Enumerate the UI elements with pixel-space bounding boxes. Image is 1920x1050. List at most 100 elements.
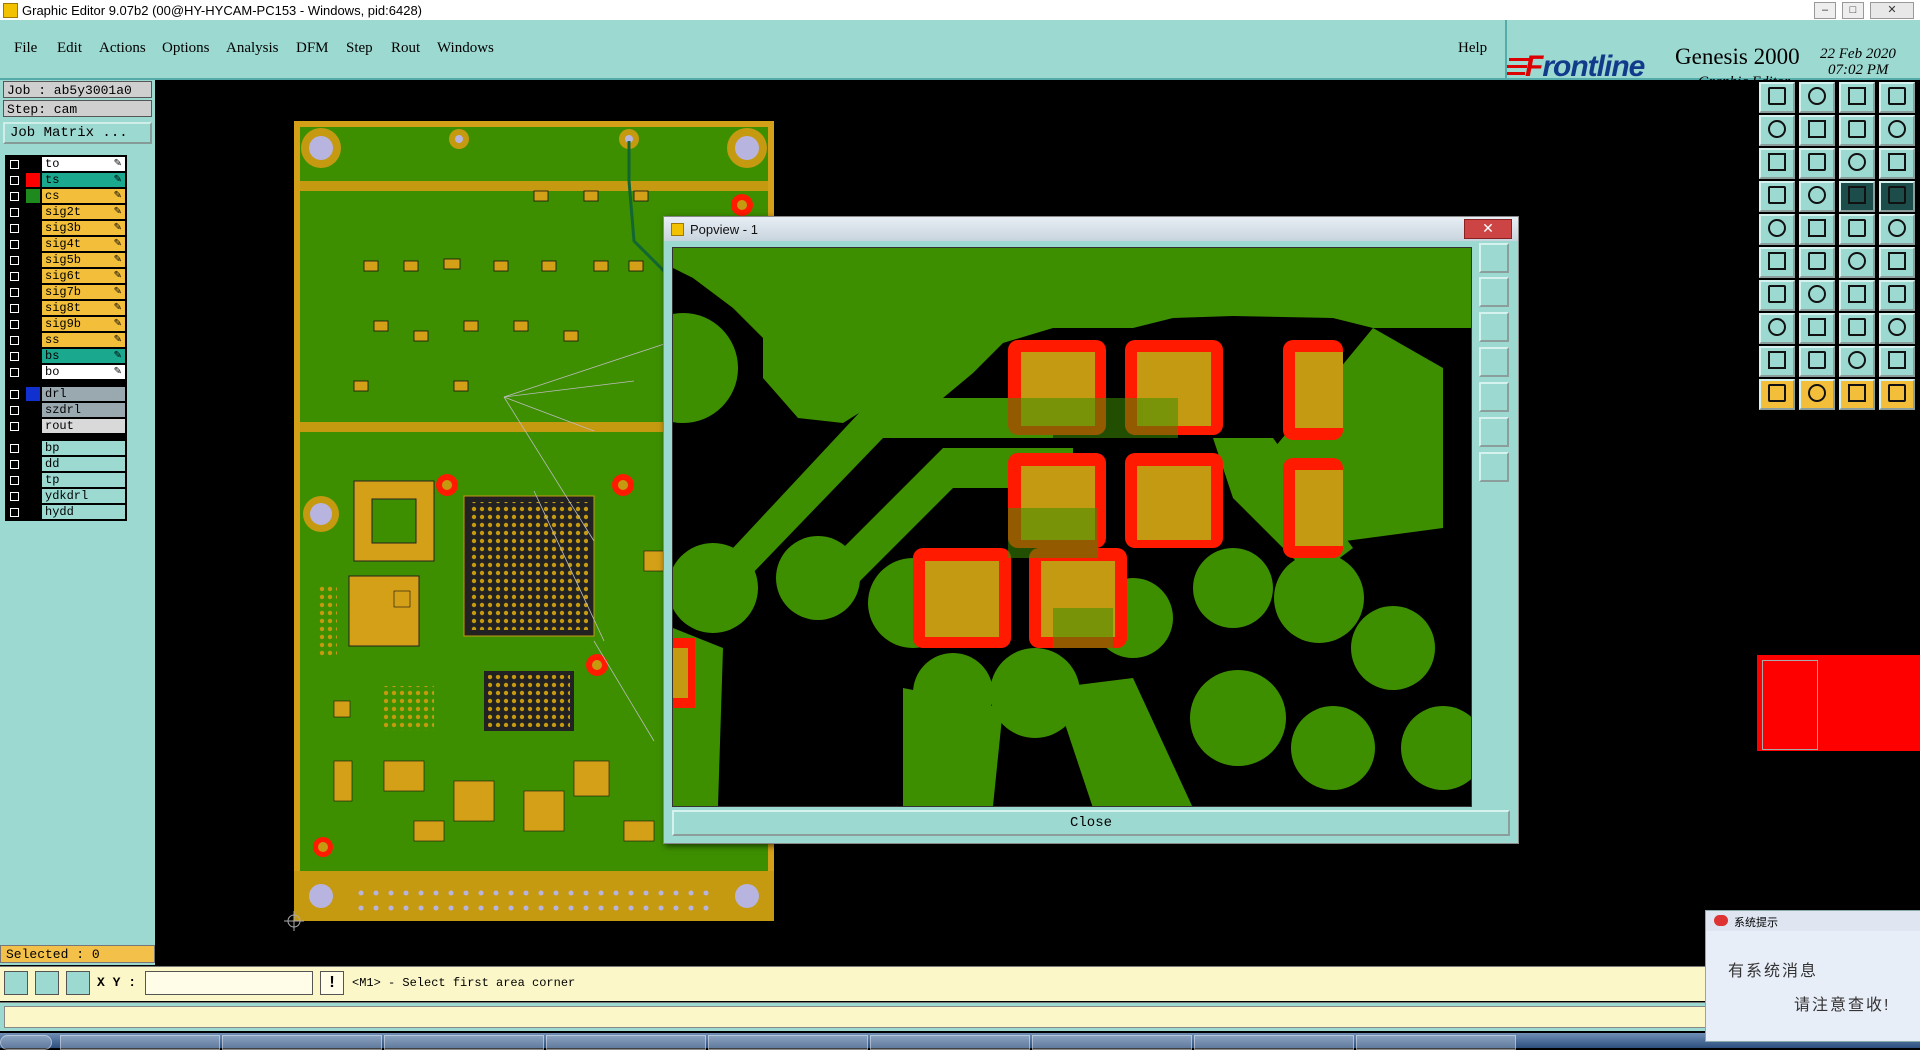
- ratio-icon[interactable]: [1839, 148, 1875, 179]
- layer-name[interactable]: sig3b ✎: [42, 221, 125, 235]
- layer-checkbox[interactable]: [10, 368, 19, 377]
- xy-input[interactable]: [145, 971, 313, 995]
- layer-checkbox[interactable]: [10, 240, 19, 249]
- layer-checkbox[interactable]: [10, 256, 19, 265]
- zoom-in-icon[interactable]: [1479, 277, 1509, 307]
- home-icon[interactable]: [1839, 82, 1875, 113]
- layer-color-swatch[interactable]: [26, 419, 40, 433]
- layer-color-swatch[interactable]: [26, 301, 40, 315]
- layer-color-swatch[interactable]: [26, 365, 40, 379]
- pick-icon[interactable]: [1839, 379, 1875, 410]
- layer-name[interactable]: to ✎: [42, 157, 125, 171]
- layer-checkbox[interactable]: [10, 422, 19, 431]
- layer-checkbox[interactable]: [10, 272, 19, 281]
- layer-row-ts[interactable]: ts ✎: [6, 172, 126, 188]
- menu-step[interactable]: Step: [346, 40, 373, 57]
- layer-name[interactable]: hydd: [42, 505, 125, 519]
- layer-name[interactable]: sig4t ✎: [42, 237, 125, 251]
- layer-checkbox[interactable]: [10, 336, 19, 345]
- layer-checkbox[interactable]: [10, 208, 19, 217]
- layer-top-icon[interactable]: [1759, 82, 1795, 113]
- layer-row-ss[interactable]: ss ✎: [6, 332, 126, 348]
- measure-icon[interactable]: [35, 971, 59, 995]
- layer-color-swatch[interactable]: [26, 457, 40, 471]
- measure-icon[interactable]: [1839, 313, 1875, 344]
- overview-frame[interactable]: [1762, 660, 1818, 750]
- route-cursor-icon[interactable]: [1879, 379, 1915, 410]
- snap-on-icon[interactable]: [1839, 181, 1875, 212]
- layer-color-swatch[interactable]: [26, 403, 40, 417]
- move-icon[interactable]: [1759, 313, 1795, 344]
- layer-color-swatch[interactable]: [26, 173, 40, 187]
- help-icon[interactable]: [1879, 148, 1915, 179]
- layer-row-bs[interactable]: bs ✎: [6, 348, 126, 364]
- layer-color-swatch[interactable]: [26, 157, 40, 171]
- delete-icon[interactable]: [1799, 247, 1835, 278]
- zoom-fit-icon[interactable]: [1479, 243, 1509, 273]
- layer-name[interactable]: sig5b ✎: [42, 253, 125, 267]
- menu-help[interactable]: Help: [1458, 40, 1487, 57]
- layer-checkbox[interactable]: [10, 160, 19, 169]
- grid-icon[interactable]: [66, 971, 90, 995]
- layer-row-sig8t[interactable]: sig8t ✎: [6, 300, 126, 316]
- arch-icon[interactable]: [1879, 346, 1915, 377]
- layer-checkbox[interactable]: [10, 444, 19, 453]
- cut-icon[interactable]: [1799, 313, 1835, 344]
- select-icon[interactable]: [1799, 379, 1835, 410]
- settings-icon[interactable]: [1759, 181, 1795, 212]
- menu-actions[interactable]: Actions: [99, 40, 146, 57]
- job-matrix-button[interactable]: Job Matrix ...: [3, 122, 152, 144]
- layer-row-rout[interactable]: rout: [6, 418, 126, 434]
- connect-icon[interactable]: [1759, 247, 1795, 278]
- layer-name[interactable]: rout: [42, 419, 125, 433]
- line-icon[interactable]: [1839, 247, 1875, 278]
- layer-row-bp[interactable]: bp: [6, 440, 126, 456]
- center-icon[interactable]: [1479, 452, 1509, 482]
- layer-color-swatch[interactable]: [26, 189, 40, 203]
- layer-color-swatch[interactable]: [26, 387, 40, 401]
- pan-left-icon[interactable]: [1479, 347, 1509, 377]
- undo-arc-icon[interactable]: [1839, 280, 1875, 311]
- layer-row-bo[interactable]: bo ✎: [6, 364, 126, 380]
- layer-checkbox[interactable]: [10, 224, 19, 233]
- layer-color-swatch[interactable]: [26, 505, 40, 519]
- layer-name[interactable]: bo ✎: [42, 365, 125, 379]
- system-notification[interactable]: 系统提示 有系统消息 请注意查收!: [1705, 910, 1920, 1042]
- menu-edit[interactable]: Edit: [57, 40, 82, 57]
- layer-row-sig5b[interactable]: sig5b ✎: [6, 252, 126, 268]
- layer-color-swatch[interactable]: [26, 253, 40, 267]
- pad-icon[interactable]: [1759, 214, 1795, 245]
- layer-name[interactable]: ss ✎: [42, 333, 125, 347]
- layer-color-swatch[interactable]: [26, 285, 40, 299]
- layer-down-icon[interactable]: [1799, 82, 1835, 113]
- layer-row-drl[interactable]: drl: [6, 386, 126, 402]
- split-view-icon[interactable]: [1879, 82, 1915, 113]
- layer-color-swatch[interactable]: [26, 317, 40, 331]
- alert-icon[interactable]: !: [320, 971, 344, 995]
- mirror-icon[interactable]: [1839, 115, 1875, 146]
- pan-icon[interactable]: [1799, 148, 1835, 179]
- triangle-icon[interactable]: [1759, 346, 1795, 377]
- layer-row-sig9b[interactable]: sig9b ✎: [6, 316, 126, 332]
- layer-checkbox[interactable]: [10, 390, 19, 399]
- layer-name[interactable]: ts ✎: [42, 173, 125, 187]
- arc-icon[interactable]: [1879, 247, 1915, 278]
- ruler-icon[interactable]: [1839, 214, 1875, 245]
- route-icon[interactable]: [1879, 115, 1915, 146]
- menu-windows[interactable]: Windows: [437, 40, 494, 57]
- layer-checkbox[interactable]: [10, 476, 19, 485]
- snap-icon[interactable]: [4, 971, 28, 995]
- layer-row-szdrl[interactable]: szdrl: [6, 402, 126, 418]
- bridge-icon[interactable]: [1839, 346, 1875, 377]
- pan-right-icon[interactable]: [1479, 382, 1509, 412]
- layer-row-hydd[interactable]: hydd: [6, 504, 126, 520]
- layer-row-tp[interactable]: tp: [6, 472, 126, 488]
- layer-name[interactable]: ydkdrl: [42, 489, 125, 503]
- layer-name[interactable]: szdrl: [42, 403, 125, 417]
- popview-canvas[interactable]: [672, 247, 1472, 807]
- align-left-icon[interactable]: [1759, 115, 1795, 146]
- layer-color-swatch[interactable]: [26, 205, 40, 219]
- snap-off-icon[interactable]: [1879, 181, 1915, 212]
- menu-rout[interactable]: Rout: [391, 40, 420, 57]
- layer-color-swatch[interactable]: [26, 237, 40, 251]
